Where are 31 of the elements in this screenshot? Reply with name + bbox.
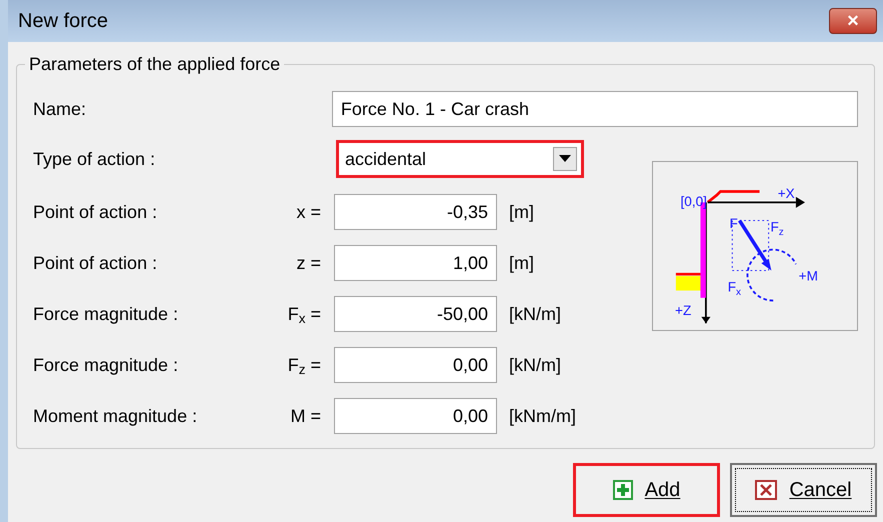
force-diagram-drawing: [0,0] +X +Z F F$_{z}$ F$_{x}$ +M	[655, 164, 855, 328]
unit-label: [kNm/m]	[509, 404, 576, 428]
symbol-label: z =	[295, 252, 322, 274]
field-label: Type of action :	[33, 148, 156, 171]
symbol-label: M =	[289, 404, 322, 428]
symbol-label: F$_{z}$ =	[286, 354, 322, 378]
value-field[interactable]: 1,00	[334, 245, 497, 281]
close-icon	[755, 480, 778, 500]
field-label: Point of action :	[33, 252, 158, 274]
close-button[interactable]: ×	[829, 8, 877, 34]
value-field[interactable]: -0,35	[334, 194, 497, 230]
field-label: Force magnitude :	[33, 354, 180, 377]
symbol-label: x =	[295, 200, 322, 224]
action-type-dropdown[interactable]: accidental	[336, 140, 584, 178]
unit-label: [kN/m]	[509, 302, 561, 326]
field-label: Name:	[33, 98, 88, 120]
value-field[interactable]: -50,00	[334, 296, 497, 332]
value-field[interactable]: 0,00	[334, 347, 497, 383]
add-button[interactable]: Add	[573, 463, 720, 517]
unit-label: [m]	[509, 252, 534, 275]
field-label: Point of action :	[33, 200, 158, 224]
field-label: Force magnitude :	[33, 302, 180, 326]
field-label: Moment magnitude :	[33, 404, 198, 428]
cancel-button[interactable]: Cancel	[730, 463, 877, 517]
name-field[interactable]: Force No. 1 - Car crash	[332, 91, 858, 127]
unit-label: [kN/m]	[509, 354, 561, 377]
unit-label: [m]	[509, 200, 534, 224]
window-title: New force	[18, 9, 108, 34]
value-field[interactable]: 0,00	[334, 398, 497, 434]
plus-icon	[612, 480, 633, 500]
symbol-label: F$_{x}$ =	[286, 302, 322, 328]
